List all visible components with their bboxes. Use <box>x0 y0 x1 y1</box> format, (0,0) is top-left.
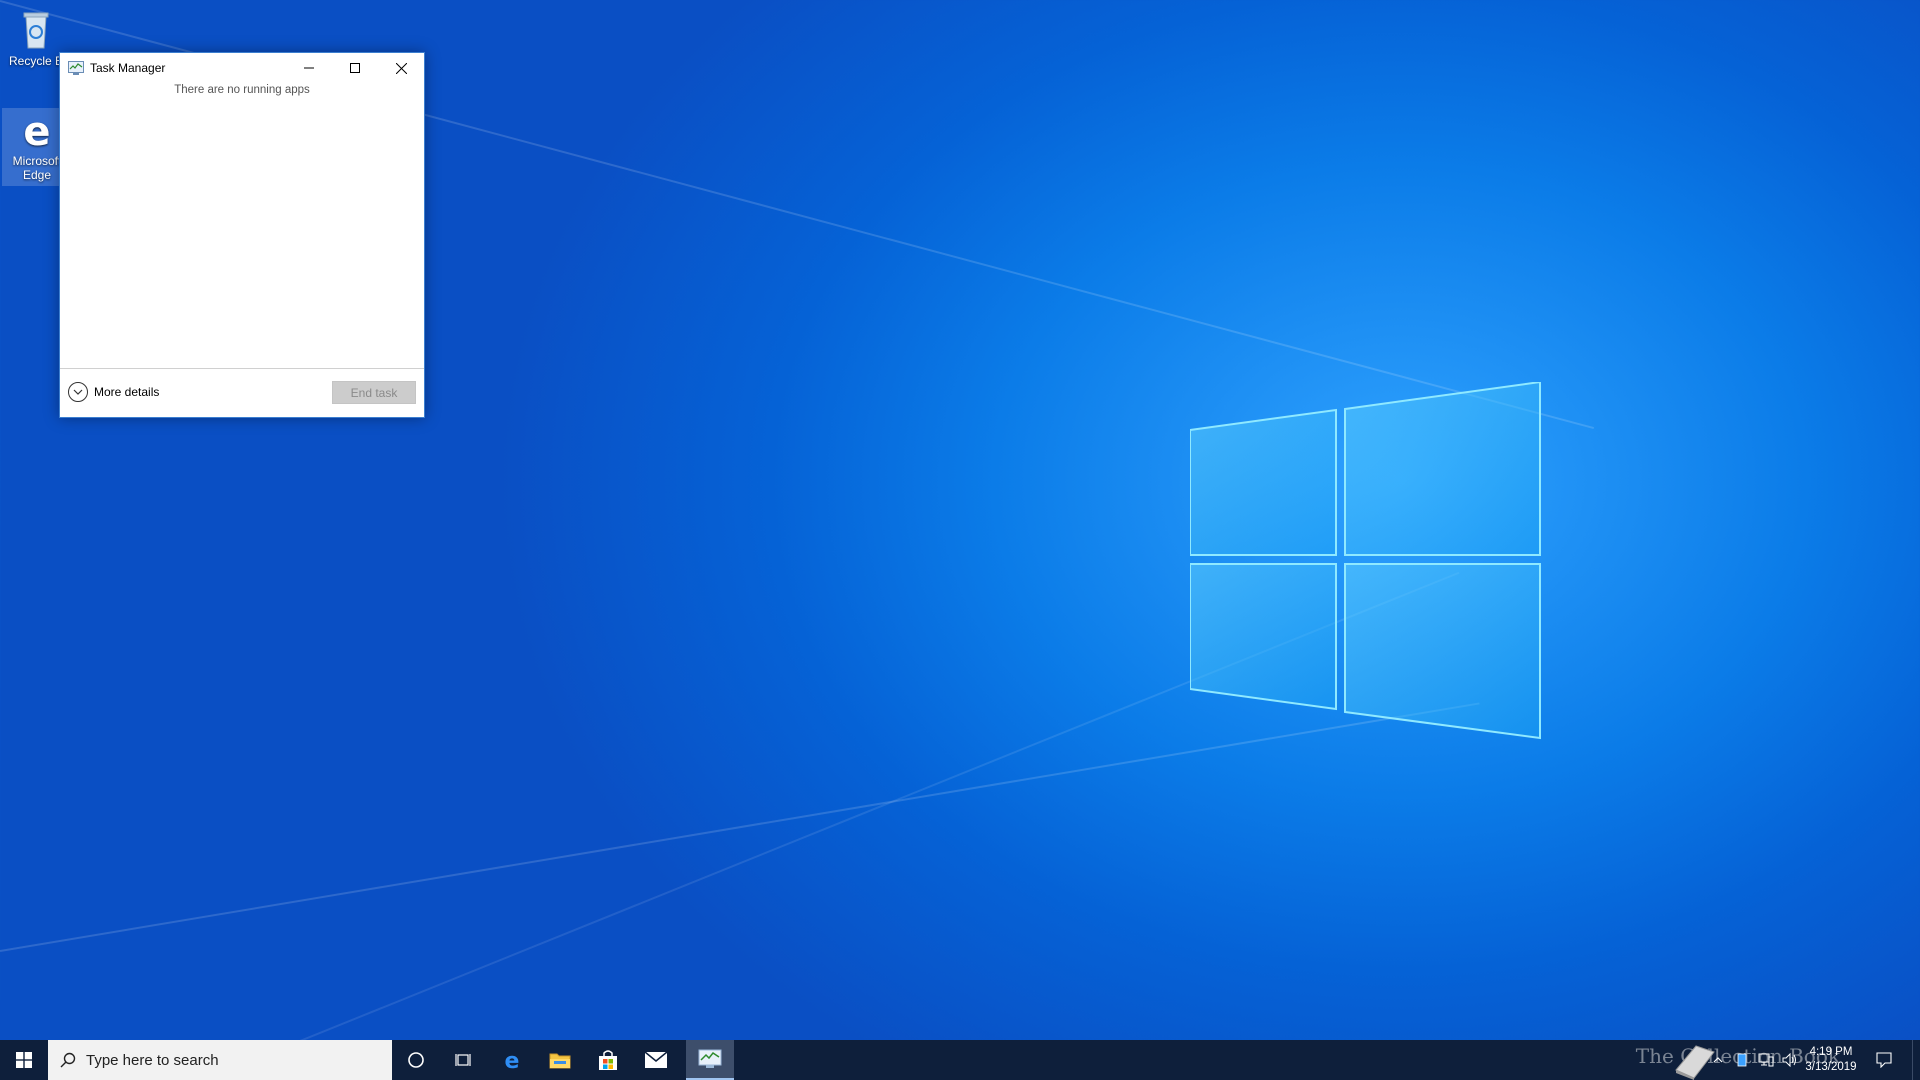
maximize-button[interactable] <box>332 53 378 83</box>
window-title: Task Manager <box>90 61 166 75</box>
taskbar-mail-button[interactable] <box>632 1040 680 1080</box>
start-icon <box>16 1052 32 1068</box>
close-icon <box>395 62 407 74</box>
file-explorer-icon <box>549 1053 571 1069</box>
tray-overflow-button[interactable] <box>1706 1040 1730 1080</box>
search-icon <box>60 1052 76 1068</box>
task-view-button[interactable] <box>440 1040 488 1080</box>
taskbar: Type here to search e The Collection Boo… <box>0 1040 1920 1080</box>
task-manager-window: Task Manager There are no running apps M… <box>59 52 425 418</box>
clock-date: 3/13/2019 <box>1805 1061 1857 1073</box>
more-details-label: More details <box>94 385 160 399</box>
taskbar-clock[interactable]: 4:19 PM 3/13/2019 <box>1798 1045 1864 1075</box>
start-button[interactable] <box>0 1040 48 1080</box>
show-desktop-button[interactable] <box>1912 1040 1920 1080</box>
chevron-down-icon <box>68 382 88 402</box>
windows-logo-wallpaper <box>1190 382 1541 740</box>
taskbar-file-explorer-button[interactable] <box>536 1040 584 1080</box>
notification-icon <box>1876 1052 1892 1068</box>
svg-text:e: e <box>23 109 50 152</box>
tray-app-button[interactable] <box>1730 1040 1754 1080</box>
edge-icon: e <box>15 108 59 155</box>
task-manager-icon <box>698 1049 722 1068</box>
mail-icon <box>644 1051 668 1068</box>
chevron-up-icon <box>1713 1057 1723 1063</box>
cortana-button[interactable] <box>392 1040 440 1080</box>
desktop: Recycle B e Microsoft Edge Task Manager <box>0 0 1920 1040</box>
edge-icon: e <box>505 1049 520 1071</box>
tray-app-icon <box>1737 1053 1747 1067</box>
action-center-button[interactable] <box>1864 1040 1904 1080</box>
minimize-icon <box>304 67 314 69</box>
minimize-button[interactable] <box>286 53 332 83</box>
task-manager-icon <box>68 61 84 75</box>
empty-apps-message: There are no running apps <box>174 84 310 96</box>
svg-text:e: e <box>505 1049 520 1071</box>
cortana-icon <box>408 1052 424 1068</box>
search-placeholder: Type here to search <box>86 1051 219 1069</box>
maximize-icon <box>350 63 360 73</box>
window-titlebar[interactable]: Task Manager <box>60 53 424 83</box>
end-task-button[interactable]: End task <box>332 381 416 404</box>
search-box[interactable]: Type here to search <box>48 1040 392 1080</box>
clock-time: 4:19 PM <box>1809 1046 1853 1058</box>
taskbar-task-manager-button[interactable] <box>686 1040 734 1080</box>
taskbar-edge-button[interactable]: e <box>488 1040 536 1080</box>
close-button[interactable] <box>378 53 424 83</box>
task-view-icon <box>455 1054 471 1066</box>
more-details-button[interactable]: More details <box>68 382 159 402</box>
network-icon <box>1758 1053 1774 1067</box>
volume-icon <box>1782 1053 1796 1067</box>
taskbar-store-button[interactable] <box>584 1040 632 1080</box>
window-footer: More details End task <box>60 368 424 417</box>
recycle-bin-icon <box>14 8 58 52</box>
store-icon <box>599 1050 617 1070</box>
network-button[interactable] <box>1754 1040 1778 1080</box>
